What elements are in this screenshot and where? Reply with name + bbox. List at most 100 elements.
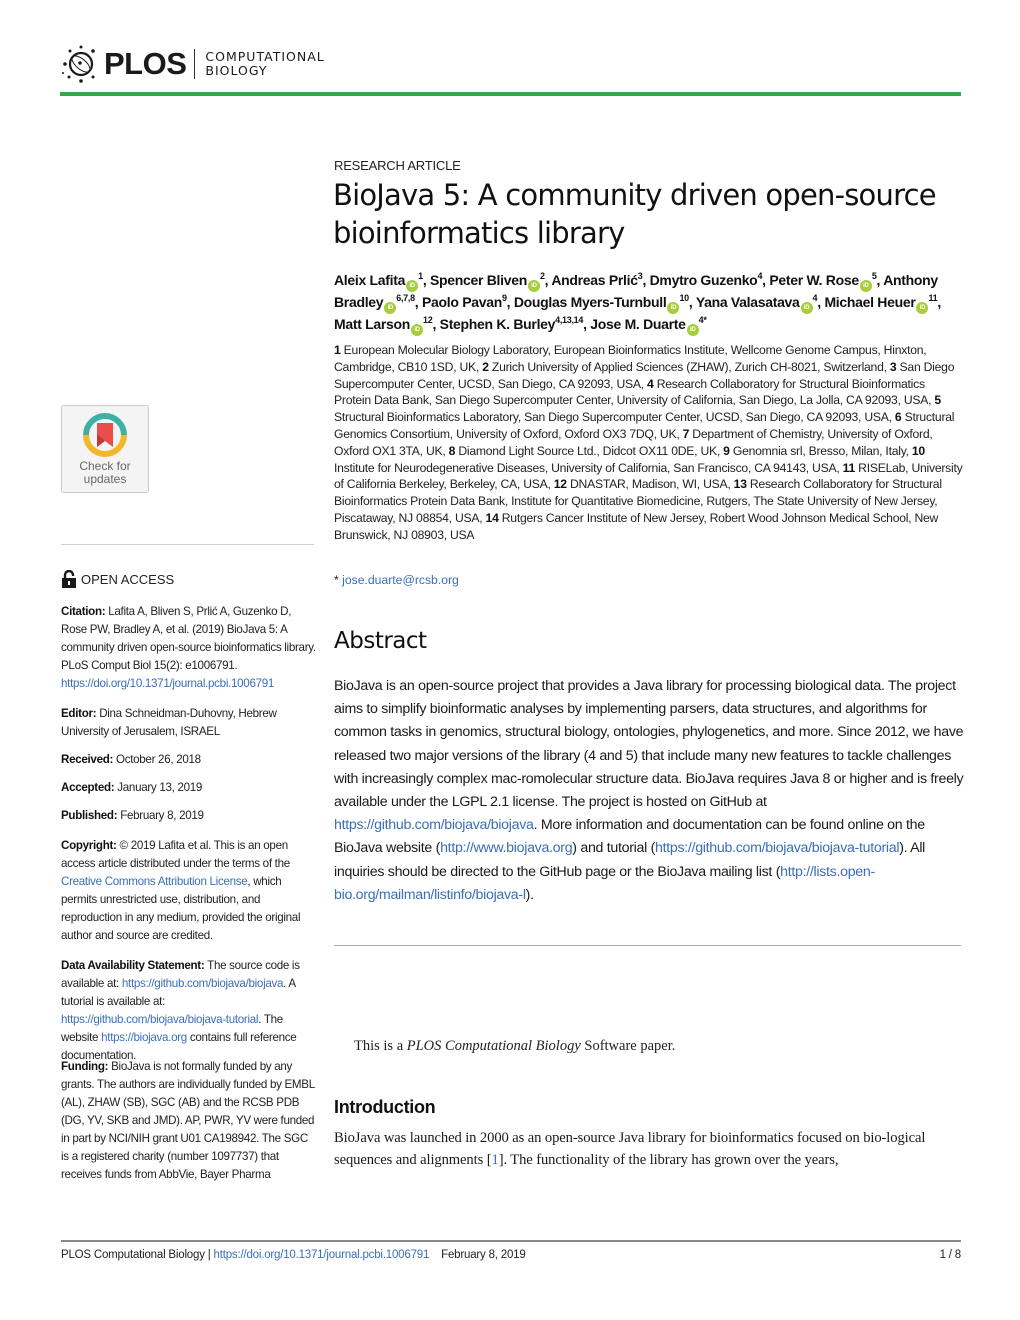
- published-date: February 8, 2019: [120, 809, 204, 822]
- author-list: Aleix Lafita iD1, Spencer Bliven iD2, Andr…: [334, 270, 964, 336]
- affiliation-number: 2: [482, 359, 489, 374]
- orcid-icon[interactable]: iD: [384, 302, 397, 314]
- page-number: 1 / 8: [939, 1249, 962, 1261]
- abstract-divider: [334, 945, 961, 946]
- author[interactable]: Michael Heuer iD11: [824, 293, 938, 314]
- logo-divider: [194, 49, 196, 79]
- tutorial-link[interactable]: https://github.com/biojava/biojava-tutor…: [61, 1013, 259, 1026]
- affiliations: 1 European Molecular Biology Laboratory,…: [334, 342, 964, 544]
- author-affiliation-marker: 3: [637, 271, 643, 281]
- data-availability-label: Data Availability Statement:: [61, 959, 205, 972]
- affiliation-number: 12: [553, 477, 567, 492]
- journal-name-line1: COMPUTATIONAL: [205, 49, 325, 64]
- abstract-text-5: ).: [525, 886, 534, 903]
- author[interactable]: Spencer Bliven iD2: [430, 272, 545, 292]
- introduction-heading: Introduction: [334, 1097, 436, 1117]
- affiliation: 9 Genomnia srl, Bresso, Milan, Italy,: [723, 443, 912, 458]
- author[interactable]: Peter W. Rose iD5: [769, 271, 877, 292]
- check-for-updates-button[interactable]: Check for updates: [61, 405, 149, 493]
- author-name: Peter W. Rose: [769, 272, 859, 288]
- author[interactable]: Paolo Pavan9: [421, 294, 507, 311]
- author[interactable]: Douglas Myers-Turnbull iD10: [513, 293, 689, 314]
- software-note-journal: PLOS Computational Biology: [406, 1038, 581, 1054]
- author-affiliation-marker: 11: [928, 293, 938, 303]
- affiliation-number: 7: [682, 426, 690, 441]
- author-affiliation-marker: 10: [679, 293, 689, 303]
- author-name: Paolo Pavan: [421, 294, 502, 310]
- correspondence-email-link[interactable]: jose.duarte@rcsb.org: [342, 573, 459, 587]
- orcid-icon[interactable]: iD: [916, 302, 929, 314]
- footer-rule: [61, 1240, 961, 1242]
- author-name: Jose M. Duarte: [590, 316, 686, 332]
- author-affiliation-marker: 6,7,8: [396, 293, 415, 303]
- published-block: Published: February 8, 2019: [61, 807, 316, 825]
- orcid-icon[interactable]: iD: [859, 280, 872, 292]
- author-name: Aleix Lafita: [334, 272, 406, 288]
- affiliation: 2 Zurich University of Applied Sciences …: [482, 359, 890, 374]
- funding-block: Funding: BioJava is not formally funded …: [61, 1058, 316, 1184]
- citation-doi-link[interactable]: https://doi.org/10.1371/journal.pcbi.100…: [61, 677, 274, 690]
- author-affiliation-marker: 5: [871, 271, 877, 281]
- introduction-text-2: ]. The functionality of the library has …: [498, 1151, 839, 1168]
- author-name: Dmytro Guzenko: [649, 272, 758, 288]
- published-label: Published:: [61, 809, 118, 822]
- introduction-body: BioJava was launched in 2000 as an open-…: [334, 1128, 964, 1171]
- copyright-label: Copyright:: [61, 839, 117, 852]
- affiliation-number: 3: [889, 359, 897, 374]
- crossmark-label: Check for updates: [62, 460, 148, 486]
- crossmark-label-line2: updates: [83, 472, 127, 486]
- orcid-icon[interactable]: iD: [527, 280, 540, 292]
- orcid-icon[interactable]: iD: [411, 324, 424, 336]
- page-footer: PLOS Computational Biology | https://doi…: [61, 1249, 961, 1261]
- affiliation-number: 13: [733, 477, 747, 492]
- author-name: Stephen K. Burley: [439, 316, 556, 332]
- author-name: Douglas Myers-Turnbull: [513, 294, 667, 310]
- correspondence: * jose.duarte@rcsb.org: [334, 573, 459, 587]
- accepted-block: Accepted: January 13, 2019: [61, 779, 316, 797]
- orcid-icon[interactable]: iD: [406, 280, 419, 292]
- abstract-text-3: ) and tutorial (: [572, 840, 656, 857]
- open-lock-icon: [62, 570, 76, 588]
- orcid-icon[interactable]: iD: [667, 302, 680, 314]
- editor-label: Editor:: [61, 707, 97, 720]
- accepted-label: Accepted:: [61, 781, 115, 794]
- plos-logo[interactable]: PLOS COMPUTATIONAL BIOLOGY: [60, 44, 325, 84]
- journal-name: COMPUTATIONAL BIOLOGY: [205, 50, 324, 78]
- source-code-link[interactable]: https://github.com/biojava/biojava: [122, 977, 284, 990]
- footer-journal: PLOS Computational Biology |: [61, 1249, 211, 1261]
- author[interactable]: Matt Larson iD12: [334, 316, 433, 336]
- orcid-icon[interactable]: iD: [800, 302, 813, 314]
- biojava-tutorial-link[interactable]: https://github.com/biojava/biojava-tutor…: [655, 840, 900, 856]
- affiliation-number: 8: [448, 443, 456, 458]
- footer-doi-link[interactable]: https://doi.org/10.1371/journal.pcbi.100…: [214, 1249, 430, 1261]
- author-affiliation-marker: 4: [812, 293, 818, 303]
- author[interactable]: Andreas Prlić3: [551, 271, 643, 289]
- copyright-block: Copyright: © 2019 Lafita et al. This is …: [61, 837, 316, 945]
- author[interactable]: Jose M. Duarte iD4*: [590, 315, 707, 336]
- abstract-heading: Abstract: [334, 628, 427, 654]
- received-label: Received:: [61, 753, 114, 766]
- reference-link[interactable]: 1: [491, 1152, 498, 1168]
- github-link[interactable]: https://github.com/biojava/biojava: [334, 817, 534, 833]
- funding-label: Funding:: [61, 1060, 109, 1073]
- article-title: BioJava 5: A community driven open-sourc…: [333, 178, 937, 250]
- author[interactable]: Dmytro Guzenko4: [649, 272, 763, 289]
- orcid-icon[interactable]: iD: [686, 324, 699, 336]
- affiliation-number: 1: [334, 343, 341, 357]
- author-name: Yana Valasatava: [695, 294, 800, 310]
- website-link[interactable]: https://biojava.org: [101, 1031, 187, 1044]
- author[interactable]: Aleix Lafita iD1: [334, 272, 423, 292]
- author[interactable]: Stephen K. Burley4,13,14: [439, 316, 584, 333]
- license-link[interactable]: Creative Commons Attribution License: [61, 875, 248, 888]
- biojava-website-link[interactable]: http://www.biojava.org: [440, 840, 573, 856]
- software-note-post: Software paper.: [584, 1038, 676, 1054]
- accepted-date: January 13, 2019: [117, 781, 203, 794]
- crossmark-label-line1: Check for: [79, 459, 131, 473]
- author[interactable]: Yana Valasatava iD4: [695, 293, 818, 314]
- author-name: Andreas Prlić: [551, 272, 638, 288]
- author-affiliation-marker: 4*: [698, 315, 707, 325]
- affiliation-number: 14: [485, 510, 499, 525]
- affiliation-number: 10: [911, 443, 925, 458]
- abstract-body: BioJava is an open-source project that p…: [334, 675, 964, 907]
- open-access-label: OPEN ACCESS: [81, 571, 175, 587]
